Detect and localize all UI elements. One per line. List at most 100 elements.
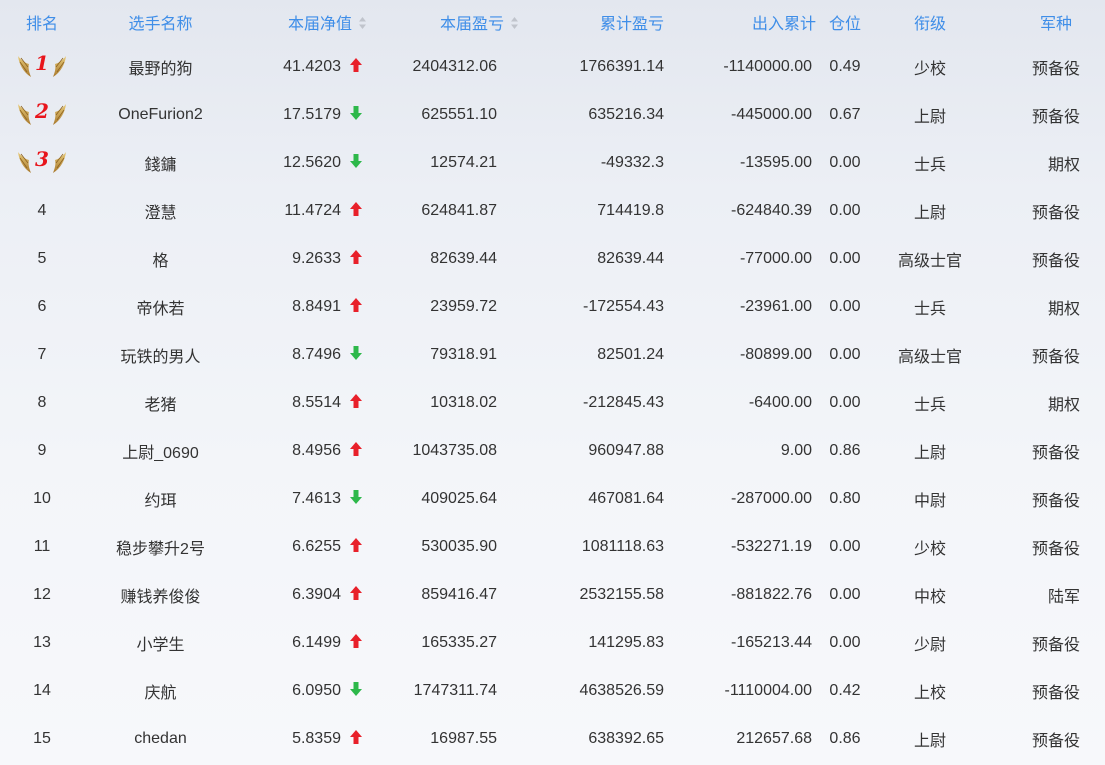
- cash-flow-cell: -1140000.00: [723, 58, 812, 75]
- cumulative-pnl-cell: 467081.64: [588, 490, 664, 507]
- rank-cell: 3: [0, 139, 84, 187]
- pnl-cell: 10318.02: [430, 394, 497, 411]
- sort-icon[interactable]: [510, 16, 519, 30]
- pnl-cell: 624841.87: [421, 202, 497, 219]
- nav-value: 9.2633: [292, 250, 341, 267]
- nav-value: 8.8491: [292, 298, 341, 315]
- position-cell: 0.00: [829, 538, 861, 555]
- cash-flow-cell: -881822.76: [731, 586, 812, 603]
- pnl-cell: 409025.64: [421, 490, 497, 507]
- table-row[interactable]: 8 老猪 8.5514 10318.02 -212845.43 -6400.00 0.00 士…: [0, 379, 1105, 427]
- table-row[interactable]: 14 庆航 6.0950 1747311.74 4638526.59 -1110004.0…: [0, 667, 1105, 715]
- title-cell: 上校: [913, 685, 946, 702]
- table-row[interactable]: 1 最野的狗 41.4203 2404312.06 1766391.14 -1140000…: [0, 43, 1105, 91]
- rank-number: 4: [37, 202, 47, 219]
- table-row[interactable]: 4 澄慧 11.4724 624841.87 714419.8 -624840.39 0.0…: [0, 187, 1105, 235]
- cumulative-pnl-cell: 82501.24: [597, 346, 664, 363]
- cash-flow-cell: -1110004.00: [724, 682, 812, 699]
- header-nav[interactable]: 本届净值: [237, 0, 377, 43]
- cumulative-pnl-cell: 638392.65: [588, 730, 664, 747]
- title-cell: 士兵: [913, 301, 946, 318]
- nav-value: 41.4203: [283, 58, 341, 75]
- header-branch: 军种: [1039, 15, 1072, 33]
- table-row[interactable]: 5 格 9.2633 82639.44 82639.44 -77000.00 0.00 高级士…: [0, 235, 1105, 283]
- up-arrow-icon: [350, 57, 362, 72]
- position-cell: 0.49: [829, 58, 861, 75]
- branch-cell: 预备役: [1031, 493, 1080, 510]
- player-name[interactable]: 上尉_0690: [84, 427, 237, 475]
- player-name[interactable]: 最野的狗: [84, 43, 237, 91]
- table-row[interactable]: 12 赚钱养俊俊 6.3904 859416.47 2532155.58 -881822.…: [0, 571, 1105, 619]
- player-name[interactable]: OneFurion2: [84, 91, 237, 139]
- down-arrow-icon: [350, 153, 362, 168]
- table-row[interactable]: 3 錢鏞 12.5620 12574.21 -49332.3 -13595.00 0.00 士…: [0, 139, 1105, 187]
- rank-number: 7: [37, 346, 47, 363]
- player-name[interactable]: 澄慧: [84, 187, 237, 235]
- table-row[interactable]: 15 chedan 5.8359 16987.55 638392.65 212657.68…: [0, 715, 1105, 763]
- header-cash-flow: 出入累计: [751, 15, 816, 33]
- position-cell: 0.00: [829, 154, 861, 171]
- title-cell: 少校: [913, 541, 946, 558]
- up-arrow-icon: [350, 585, 362, 600]
- table-row[interactable]: 2 OneFurion2 17.5179 625551.10 635216.34 -445…: [0, 91, 1105, 139]
- cash-flow-cell: -532271.19: [731, 538, 812, 555]
- rank-number: 3: [35, 146, 49, 171]
- nav-cell: 6.0950: [237, 667, 377, 715]
- table-row[interactable]: 6 帝休若 8.8491 23959.72 -172554.43 -23961.00 0.0…: [0, 283, 1105, 331]
- title-cell: 士兵: [913, 157, 946, 174]
- nav-value: 11.4724: [284, 202, 341, 219]
- branch-cell: 预备役: [1031, 445, 1080, 462]
- table-row[interactable]: 10 约珥 7.4613 409025.64 467081.64 -287000.00 0.…: [0, 475, 1105, 523]
- nav-cell: 8.8491: [237, 283, 377, 331]
- header-pnl-label: 本届盈亏: [439, 15, 504, 33]
- nav-value: 17.5179: [283, 106, 341, 123]
- position-cell: 0.00: [829, 394, 861, 411]
- player-name[interactable]: 玩铁的男人: [84, 331, 237, 379]
- cumulative-pnl-cell: 960947.88: [588, 442, 664, 459]
- player-name[interactable]: chedan: [84, 715, 237, 763]
- rank-cell: 13: [0, 619, 84, 667]
- up-arrow-icon: [350, 297, 362, 312]
- position-cell: 0.67: [829, 106, 861, 123]
- table-row[interactable]: 11 稳步攀升2号 6.6255 530035.90 1081118.63 -532271…: [0, 523, 1105, 571]
- player-name[interactable]: 庆航: [84, 667, 237, 715]
- table-row[interactable]: 13 小学生 6.1499 165335.27 141295.83 -165213.44 0…: [0, 619, 1105, 667]
- position-cell: 0.86: [829, 730, 861, 747]
- branch-cell: 期权: [1047, 397, 1080, 414]
- sort-icon[interactable]: [358, 16, 367, 30]
- header-cumulative-pnl: 累计盈亏: [599, 15, 664, 33]
- player-name[interactable]: 錢鏞: [84, 139, 237, 187]
- header-rank: 排名: [25, 15, 58, 33]
- position-cell: 0.00: [829, 586, 861, 603]
- branch-cell: 预备役: [1031, 349, 1080, 366]
- header-pnl[interactable]: 本届盈亏: [377, 0, 524, 43]
- table-row[interactable]: 9 上尉_0690 8.4956 1043735.08 960947.88 9.00 0.8…: [0, 427, 1105, 475]
- title-cell: 士兵: [913, 397, 946, 414]
- rank-number: 12: [33, 586, 51, 603]
- cash-flow-cell: -287000.00: [731, 490, 812, 507]
- player-name[interactable]: 约珥: [84, 475, 237, 523]
- player-name[interactable]: 帝休若: [84, 283, 237, 331]
- nav-value: 8.7496: [292, 346, 341, 363]
- player-name[interactable]: 赚钱养俊俊: [84, 571, 237, 619]
- rank-cell: 1: [0, 43, 84, 91]
- player-name[interactable]: 稳步攀升2号: [84, 523, 237, 571]
- title-cell: 中尉: [913, 493, 946, 510]
- rank-medal: 2: [15, 98, 69, 128]
- branch-cell: 期权: [1047, 157, 1080, 174]
- branch-cell: 预备役: [1031, 685, 1080, 702]
- title-cell: 上尉: [913, 445, 946, 462]
- nav-cell: 6.6255: [237, 523, 377, 571]
- down-arrow-icon: [350, 681, 362, 696]
- player-name[interactable]: 老猪: [84, 379, 237, 427]
- pnl-cell: 79318.91: [430, 346, 497, 363]
- rank-cell: 11: [0, 523, 84, 571]
- rank-cell: 12: [0, 571, 84, 619]
- player-name[interactable]: 格: [84, 235, 237, 283]
- player-name[interactable]: 小学生: [84, 619, 237, 667]
- table-row[interactable]: 7 玩铁的男人 8.7496 79318.91 82501.24 -80899.00 0.0…: [0, 331, 1105, 379]
- up-arrow-icon: [350, 393, 362, 408]
- nav-cell: 8.4956: [237, 427, 377, 475]
- nav-value: 8.5514: [292, 394, 341, 411]
- pnl-cell: 12574.21: [430, 154, 497, 171]
